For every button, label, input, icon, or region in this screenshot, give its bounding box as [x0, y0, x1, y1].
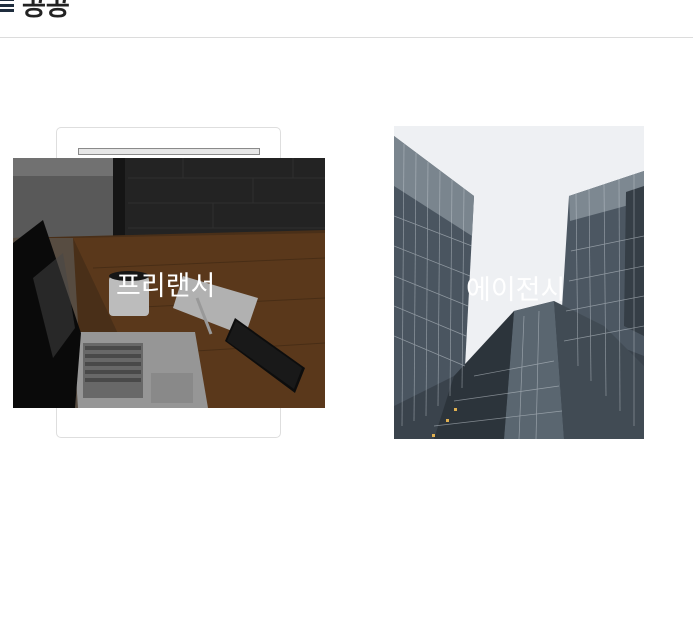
top-header: 공공: [0, 0, 693, 38]
page-title: 공공: [22, 0, 70, 22]
menu-icon[interactable]: [0, 0, 14, 12]
header-title-group: 공공: [0, 0, 70, 23]
card-top-bar: [78, 148, 260, 155]
agency-label: 에이전시: [466, 275, 566, 306]
freelancer-tile[interactable]: 프리랜서: [13, 158, 325, 408]
agency-tile[interactable]: 에이전시: [394, 126, 644, 439]
freelancer-label: 프리랜서: [116, 271, 216, 302]
